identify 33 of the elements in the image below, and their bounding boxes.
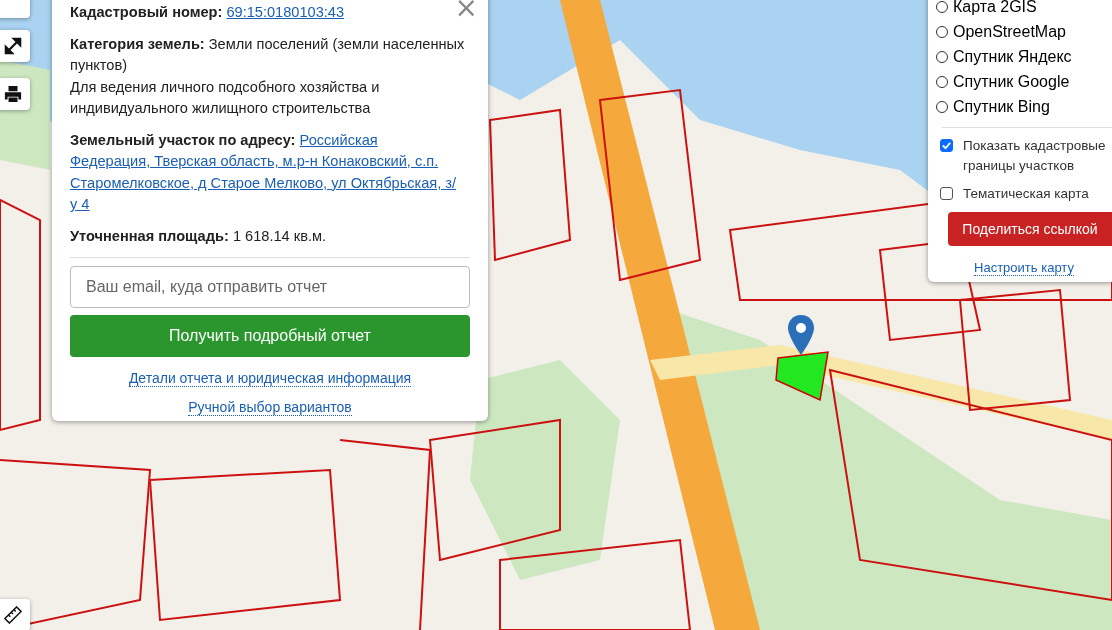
- measure-button[interactable]: [0, 599, 30, 630]
- radio-label: OpenStreetMap: [953, 22, 1066, 41]
- radio-label: Спутник Bing: [953, 97, 1050, 116]
- fullscreen-button[interactable]: [0, 30, 30, 62]
- parcel-field: Кадастровый номер: 69:15:0180103:43: [70, 2, 345, 24]
- email-field[interactable]: Ваш email, куда отправить отчет: [70, 266, 470, 308]
- report-button[interactable]: Получить подробный отчет: [70, 315, 470, 357]
- dotted-link[interactable]: Ручной выбор вариантов: [188, 399, 352, 416]
- radio-label: Спутник Google: [953, 72, 1070, 91]
- address-link[interactable]: Федерация, Тверская область, м.р-н Конаковский, с.п.: [70, 153, 439, 169]
- address-link[interactable]: Старомелковское, д Старое Мелково, ул Октябрьская, з/: [70, 174, 457, 191]
- map-pin-icon: [788, 315, 814, 355]
- checkbox[interactable]: [940, 139, 953, 152]
- parcel-field: Категория земель: Земли поселений (земли населенных пунктов): [70, 33, 470, 77]
- print-button[interactable]: [0, 78, 30, 110]
- share-link-button[interactable]: Поделиться ссылкой: [948, 212, 1112, 246]
- address-link[interactable]: Российская: [299, 131, 378, 148]
- checkbox-label: Тематическая карта: [963, 185, 1089, 203]
- parcel-field: Уточненная площадь: 1 618.14 кв.м.: [70, 225, 327, 247]
- address-link[interactable]: у 4: [70, 196, 90, 212]
- radio-label: Спутник Яндекс: [953, 47, 1072, 66]
- close-button[interactable]: ×: [450, 0, 482, 22]
- expand-icon: [4, 37, 22, 55]
- dotted-link[interactable]: Детали отчета и юридическая информация: [128, 370, 412, 387]
- ruler-icon: [4, 606, 22, 624]
- parcel-link[interactable]: 69:15:0180103:43: [226, 4, 345, 20]
- parcel-field-label: Земельный участок по адресу:: [70, 131, 296, 148]
- checkbox[interactable]: [940, 187, 953, 200]
- parcel-note: Для ведения личного подсобного хозяйства и индивидуального жилищного строительства: [70, 77, 381, 118]
- radio-label: Карта 2GIS: [953, 0, 1037, 16]
- map-settings-link[interactable]: Настроить карту: [974, 260, 1074, 276]
- printer-icon: [4, 85, 22, 103]
- checkbox-label: Показать кадастровые границы участков: [963, 137, 1107, 175]
